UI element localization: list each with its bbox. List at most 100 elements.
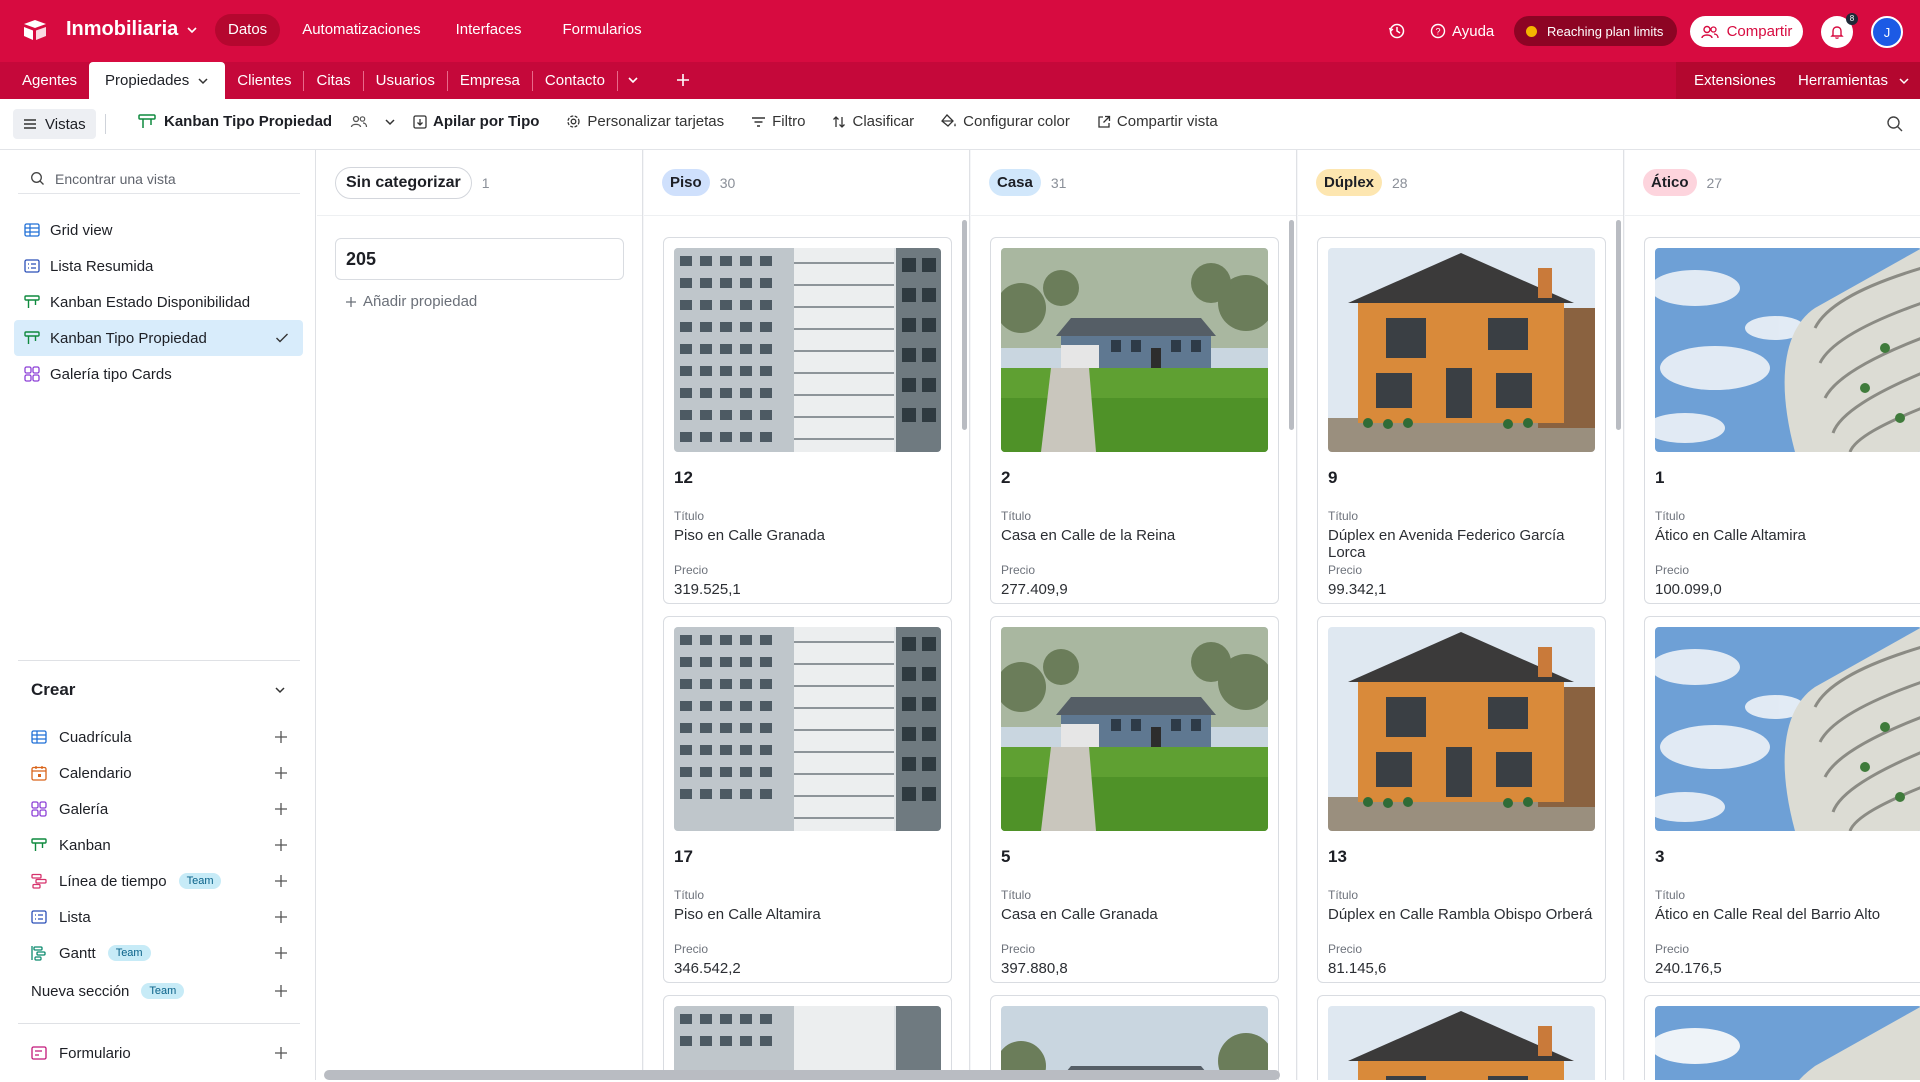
views-toggle-button[interactable]: Vistas: [13, 109, 96, 139]
create-gallery[interactable]: Galería: [18, 791, 300, 827]
column-label[interactable]: Ático: [1643, 169, 1697, 196]
nav-formularios[interactable]: Formularios: [549, 14, 654, 46]
card-titulo: Casa en Calle de la Reina: [1001, 527, 1176, 544]
card-titulo: Ático en Calle Altamira: [1655, 527, 1806, 544]
kanban-card[interactable]: [1317, 995, 1606, 1080]
tools-button[interactable]: Herramientas: [1798, 62, 1910, 99]
column-header: Sin categorizar 1: [317, 150, 642, 216]
kanban-card[interactable]: 12 Título Piso en Calle Granada Precio 3…: [663, 237, 952, 604]
view-label: Kanban Estado Disponibilidad: [50, 293, 251, 311]
view-galeria[interactable]: Galería tipo Cards: [14, 356, 303, 392]
tab-empresa[interactable]: Empresa: [448, 62, 532, 99]
share-button[interactable]: Compartir: [1690, 16, 1803, 47]
create-timeline[interactable]: Línea de tiempo Team: [18, 863, 300, 899]
view-label: Galería tipo Cards: [50, 365, 172, 383]
svg-text:?: ?: [1435, 27, 1440, 37]
find-view-input[interactable]: Encontrar una vista: [18, 164, 300, 194]
card-precio: 346.542,2: [674, 960, 741, 977]
column-label[interactable]: Dúplex: [1316, 169, 1383, 196]
create-item-label: Lista: [59, 908, 91, 926]
column-scrollbar[interactable]: [1289, 220, 1294, 430]
kanban-card[interactable]: 9 Título Dúplex en Avenida Federico Garc…: [1317, 237, 1606, 604]
create-item-label: Kanban: [59, 836, 111, 854]
nav-datos[interactable]: Datos: [215, 14, 281, 46]
sort-button[interactable]: Clasificar: [832, 113, 914, 130]
tab-clientes[interactable]: Clientes: [225, 62, 303, 99]
property-image: [674, 248, 941, 452]
tab-contacto[interactable]: Contacto: [533, 62, 617, 99]
customize-cards-button[interactable]: Personalizar tarjetas: [566, 113, 724, 130]
extensions-button[interactable]: Extensiones: [1694, 62, 1776, 99]
column-label[interactable]: Casa: [989, 169, 1041, 196]
card-titulo: Casa en Calle Granada: [1001, 906, 1158, 923]
kanban-column-piso: Piso 30 12 Título Piso en Calle Granada …: [644, 150, 970, 1080]
grid-icon: [24, 223, 40, 237]
stack-by-button[interactable]: Apilar por Tipo: [413, 113, 539, 130]
filter-button[interactable]: Filtro: [751, 113, 805, 130]
nav-interfaces[interactable]: Interfaces: [443, 14, 535, 46]
app-name-dropdown[interactable]: Inmobiliaria: [66, 18, 198, 41]
more-tables-chevron-icon[interactable]: [623, 70, 643, 90]
bell-icon: [1830, 26, 1844, 39]
create-grid[interactable]: Cuadrícula: [18, 719, 300, 755]
color-button[interactable]: Configurar color: [941, 113, 1070, 130]
form-icon: [31, 1046, 47, 1060]
kanban-card[interactable]: 13 Título Dúplex en Calle Rambla Obispo …: [1317, 616, 1606, 983]
search-icon[interactable]: [1886, 115, 1904, 133]
user-avatar[interactable]: J: [1871, 16, 1903, 48]
view-grid[interactable]: Grid view: [14, 212, 303, 248]
customize-cards-label: Personalizar tarjetas: [587, 113, 725, 130]
card-number: 3: [1655, 847, 1665, 866]
current-view-selector[interactable]: Kanban Tipo Propiedad: [138, 113, 396, 130]
view-kanban-estado[interactable]: Kanban Estado Disponibilidad: [14, 284, 303, 320]
kanban-card[interactable]: 5 Título Casa en Calle Granada Precio 39…: [990, 616, 1279, 983]
create-list[interactable]: Lista: [18, 899, 300, 935]
color-label: Configurar color: [963, 113, 1070, 130]
kanban-card[interactable]: 205: [335, 238, 624, 280]
tab-propiedades[interactable]: Propiedades: [89, 62, 226, 99]
kanban-card[interactable]: [1644, 995, 1920, 1080]
create-form[interactable]: Formulario: [18, 1024, 300, 1082]
add-property-button[interactable]: Añadir propiedad: [345, 293, 477, 310]
history-icon[interactable]: [1388, 22, 1406, 40]
tools-label: Herramientas: [1798, 72, 1889, 89]
create-new-section[interactable]: Nueva sección Team: [18, 971, 300, 1011]
kanban-card[interactable]: 17 Título Piso en Calle Altamira Precio …: [663, 616, 952, 983]
tab-usuarios[interactable]: Usuarios: [364, 62, 447, 99]
plan-limits-button[interactable]: Reaching plan limits: [1514, 16, 1678, 46]
checkmark-icon: [276, 333, 288, 343]
column-label[interactable]: Sin categorizar: [335, 166, 472, 199]
plus-icon: [275, 1047, 287, 1059]
view-lista-resumida[interactable]: Lista Resumida: [14, 248, 303, 284]
kanban-card[interactable]: [663, 995, 952, 1080]
create-header[interactable]: Crear: [18, 661, 300, 719]
add-table-plus-icon[interactable]: [673, 70, 693, 90]
kanban-card[interactable]: 1 Título Ático en Calle Altamira Precio …: [1644, 237, 1920, 604]
kanban-card[interactable]: 3 Título Ático en Calle Real del Barrio …: [1644, 616, 1920, 983]
share-view-button[interactable]: Compartir vista: [1097, 113, 1218, 130]
column-scrollbar[interactable]: [962, 220, 967, 430]
field-label-titulo: Título: [1001, 509, 1032, 523]
property-image: [1655, 627, 1920, 831]
kanban-card[interactable]: 2 Título Casa en Calle de la Reina Preci…: [990, 237, 1279, 604]
tab-agentes[interactable]: Agentes: [10, 62, 89, 99]
nav-automatizaciones[interactable]: Automatizaciones: [289, 14, 433, 46]
column-label[interactable]: Piso: [662, 169, 710, 196]
board-horizontal-scrollbar[interactable]: [324, 1070, 1280, 1080]
create-kanban[interactable]: Kanban: [18, 827, 300, 863]
tab-citas[interactable]: Citas: [304, 62, 362, 99]
help-button[interactable]: ? Ayuda: [1430, 18, 1494, 44]
app-logo-icon[interactable]: [22, 18, 48, 42]
create-calendar[interactable]: Calendario: [18, 755, 300, 791]
menu-icon: [24, 119, 36, 129]
gear-icon: [567, 115, 581, 128]
field-label-titulo: Título: [1655, 509, 1686, 523]
tab-propiedades-label: Propiedades: [105, 72, 190, 89]
column-scrollbar[interactable]: [1616, 220, 1621, 430]
kanban-card[interactable]: [990, 995, 1279, 1080]
create-gantt[interactable]: Gantt Team: [18, 935, 300, 971]
top-nav: Datos Automatizaciones Interfaces Formul…: [215, 14, 664, 46]
share-view-label: Compartir vista: [1116, 113, 1218, 130]
tab-divider: [616, 71, 618, 91]
view-kanban-tipo[interactable]: Kanban Tipo Propiedad: [14, 320, 303, 356]
